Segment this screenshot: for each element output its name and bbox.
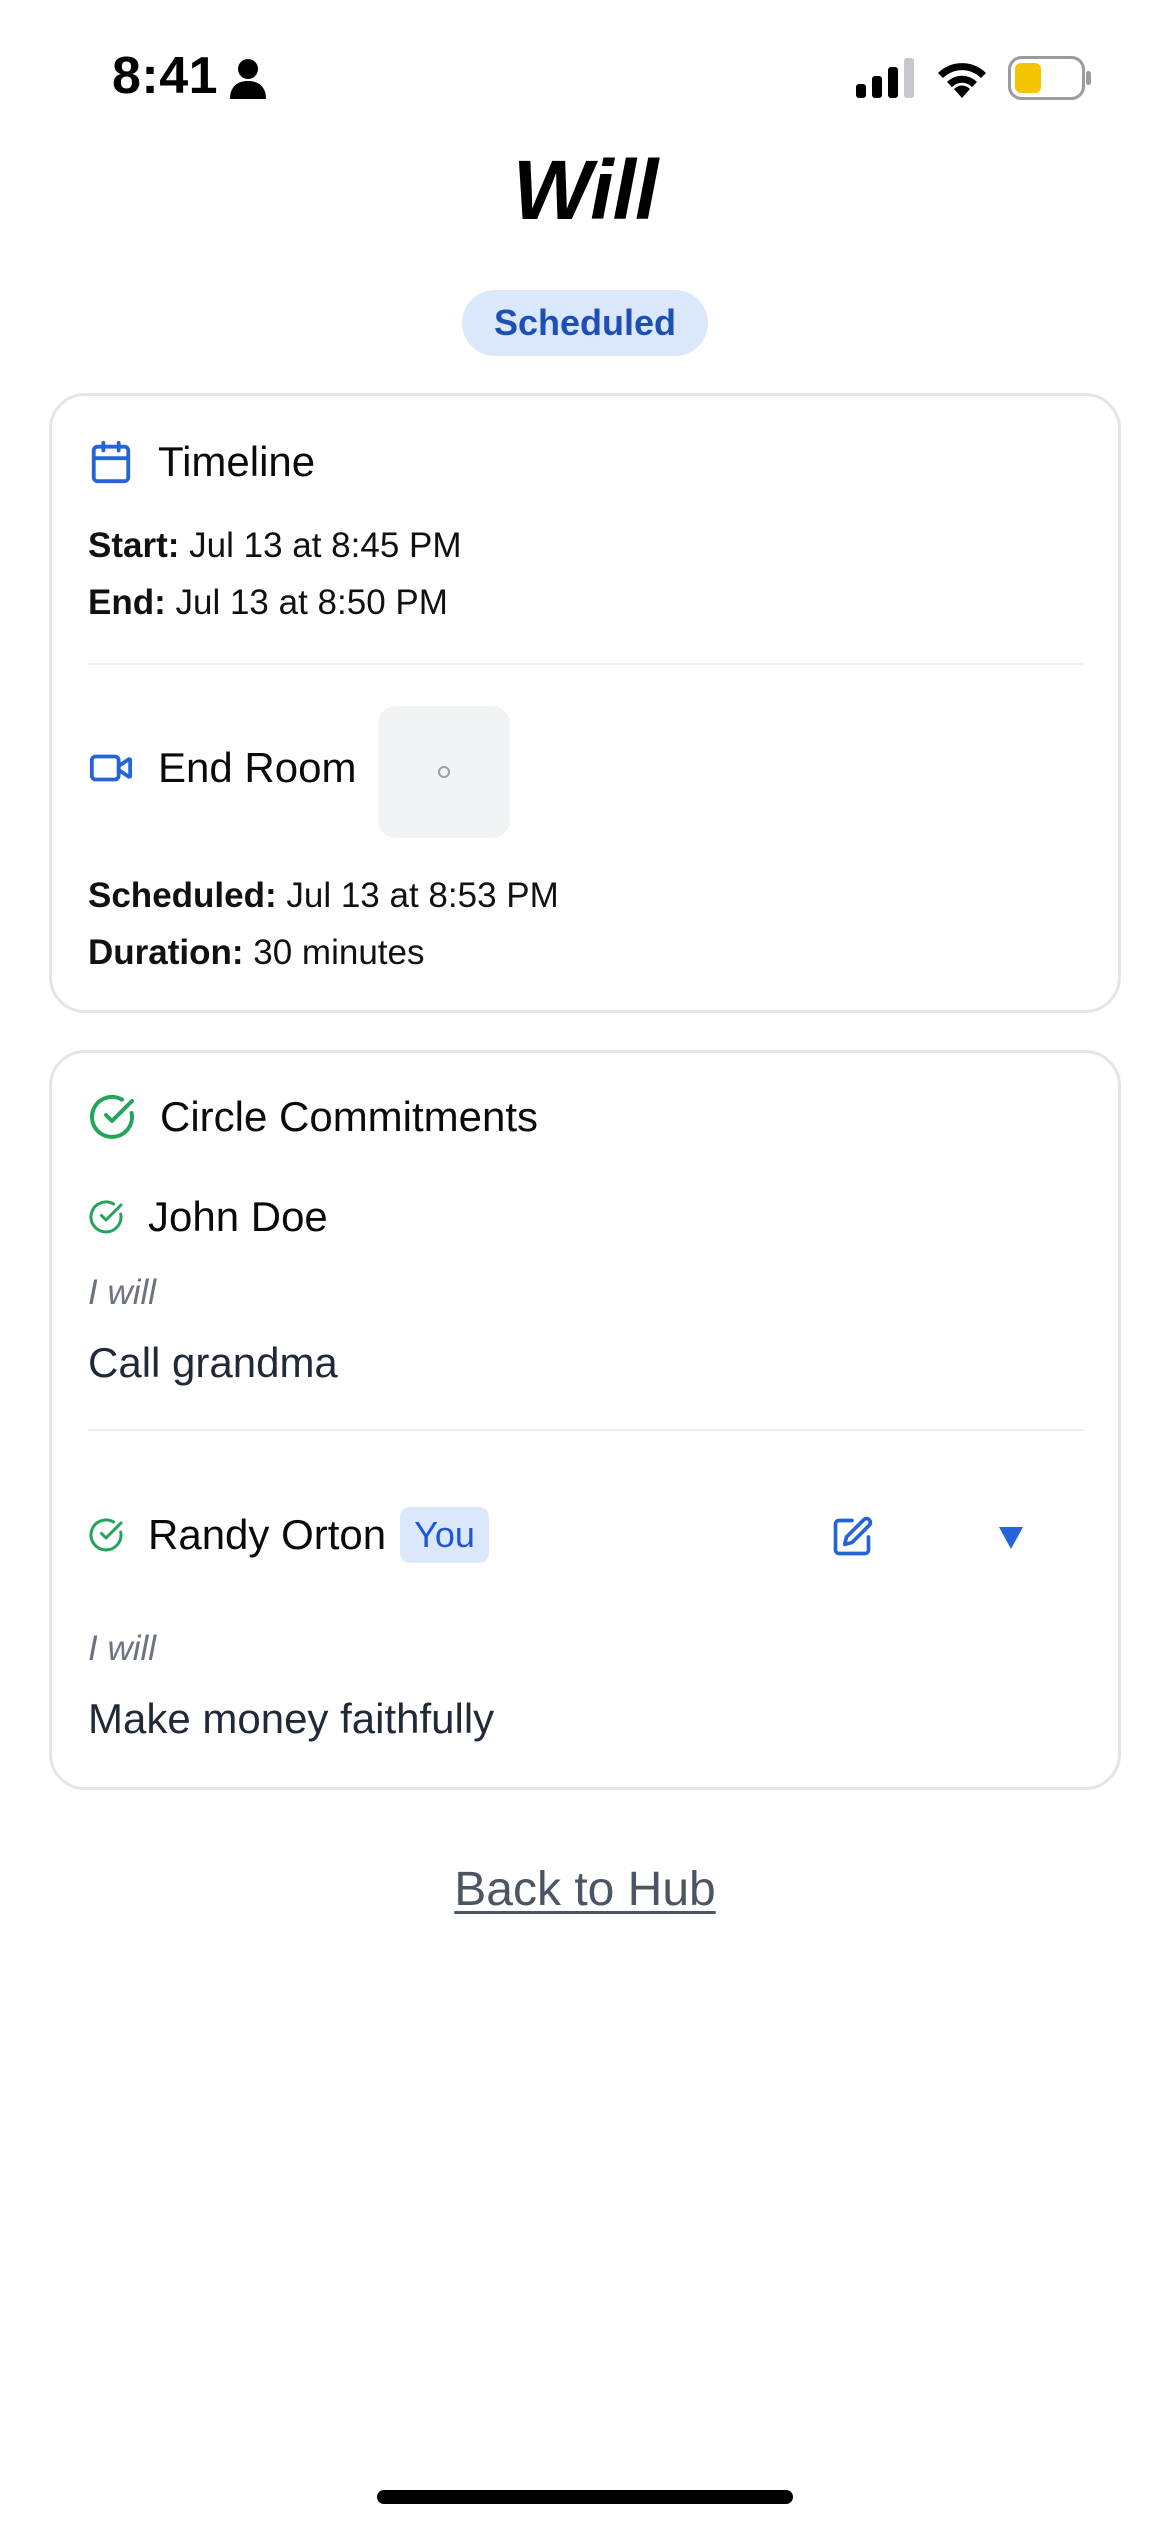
commitments-title: Circle Commitments: [160, 1093, 539, 1140]
edit-commitment-button[interactable]: [830, 1515, 874, 1559]
commitment-text: Make money faithfully: [88, 1695, 495, 1742]
end-room-title: End Room: [158, 744, 357, 791]
timeline-title: Timeline: [158, 438, 316, 485]
end-room-thumbnail[interactable]: [378, 706, 510, 838]
member-name: John Doe: [148, 1193, 328, 1240]
battery-icon: [1008, 56, 1091, 100]
end-room-duration: Duration: 30 minutes: [88, 933, 425, 973]
end-label: End:: [88, 583, 166, 622]
timeline-divider: [88, 663, 1084, 665]
commitment-text: Call grandma: [88, 1339, 338, 1386]
thumbnail-placeholder-icon: [438, 766, 450, 778]
status-time: 8:41: [112, 47, 219, 105]
commitments-card: Circle Commitments John Doe I will Call …: [49, 1050, 1121, 1790]
calendar-icon: [91, 440, 131, 484]
end-room-scheduled: Scheduled: Jul 13 at 8:53 PM: [88, 876, 559, 916]
timeline-header: Timeline: [88, 438, 315, 486]
end-value: Jul 13 at 8:50 PM: [175, 583, 448, 622]
member-header-john: John Doe: [88, 1193, 328, 1241]
scheduled-label: Scheduled:: [88, 876, 277, 915]
member-check-icon: [89, 1200, 123, 1234]
check-circle-icon: [90, 1094, 134, 1139]
status-bar: 8:41: [0, 0, 1170, 150]
expand-triangle-button[interactable]: [996, 1523, 1026, 1553]
timeline-end: End: Jul 13 at 8:50 PM: [88, 583, 448, 623]
timeline-start: Start: Jul 13 at 8:45 PM: [88, 526, 462, 566]
commitments-header: Circle Commitments: [88, 1093, 538, 1141]
you-badge: You: [400, 1507, 489, 1563]
member-divider: [88, 1429, 1084, 1431]
member-header-randy: Randy Orton You: [88, 1507, 489, 1563]
back-to-hub-link[interactable]: Back to Hub: [0, 1862, 1170, 1917]
will-label: I will: [88, 1629, 157, 1668]
status-badge: Scheduled: [462, 290, 708, 356]
will-detail-screen: 8:41 Will Scheduled Timeline Start: Jul …: [0, 0, 1170, 2532]
page-title: Will: [512, 143, 659, 237]
end-room-header: End Room: [88, 744, 356, 792]
video-camera-icon: [89, 754, 133, 782]
timeline-card: Timeline Start: Jul 13 at 8:45 PM End: J…: [49, 393, 1121, 1013]
start-value: Jul 13 at 8:45 PM: [189, 526, 462, 565]
member-name: Randy Orton: [148, 1511, 387, 1558]
cellular-signal-icon: [856, 58, 914, 98]
wifi-icon: [938, 63, 986, 98]
duration-value: 30 minutes: [253, 933, 425, 972]
person-icon: [230, 59, 266, 99]
duration-label: Duration:: [88, 933, 244, 972]
will-label: I will: [88, 1273, 157, 1312]
scheduled-value: Jul 13 at 8:53 PM: [286, 876, 559, 915]
home-indicator[interactable]: [377, 2490, 793, 2504]
member-check-icon: [89, 1518, 123, 1552]
start-label: Start:: [88, 526, 180, 565]
